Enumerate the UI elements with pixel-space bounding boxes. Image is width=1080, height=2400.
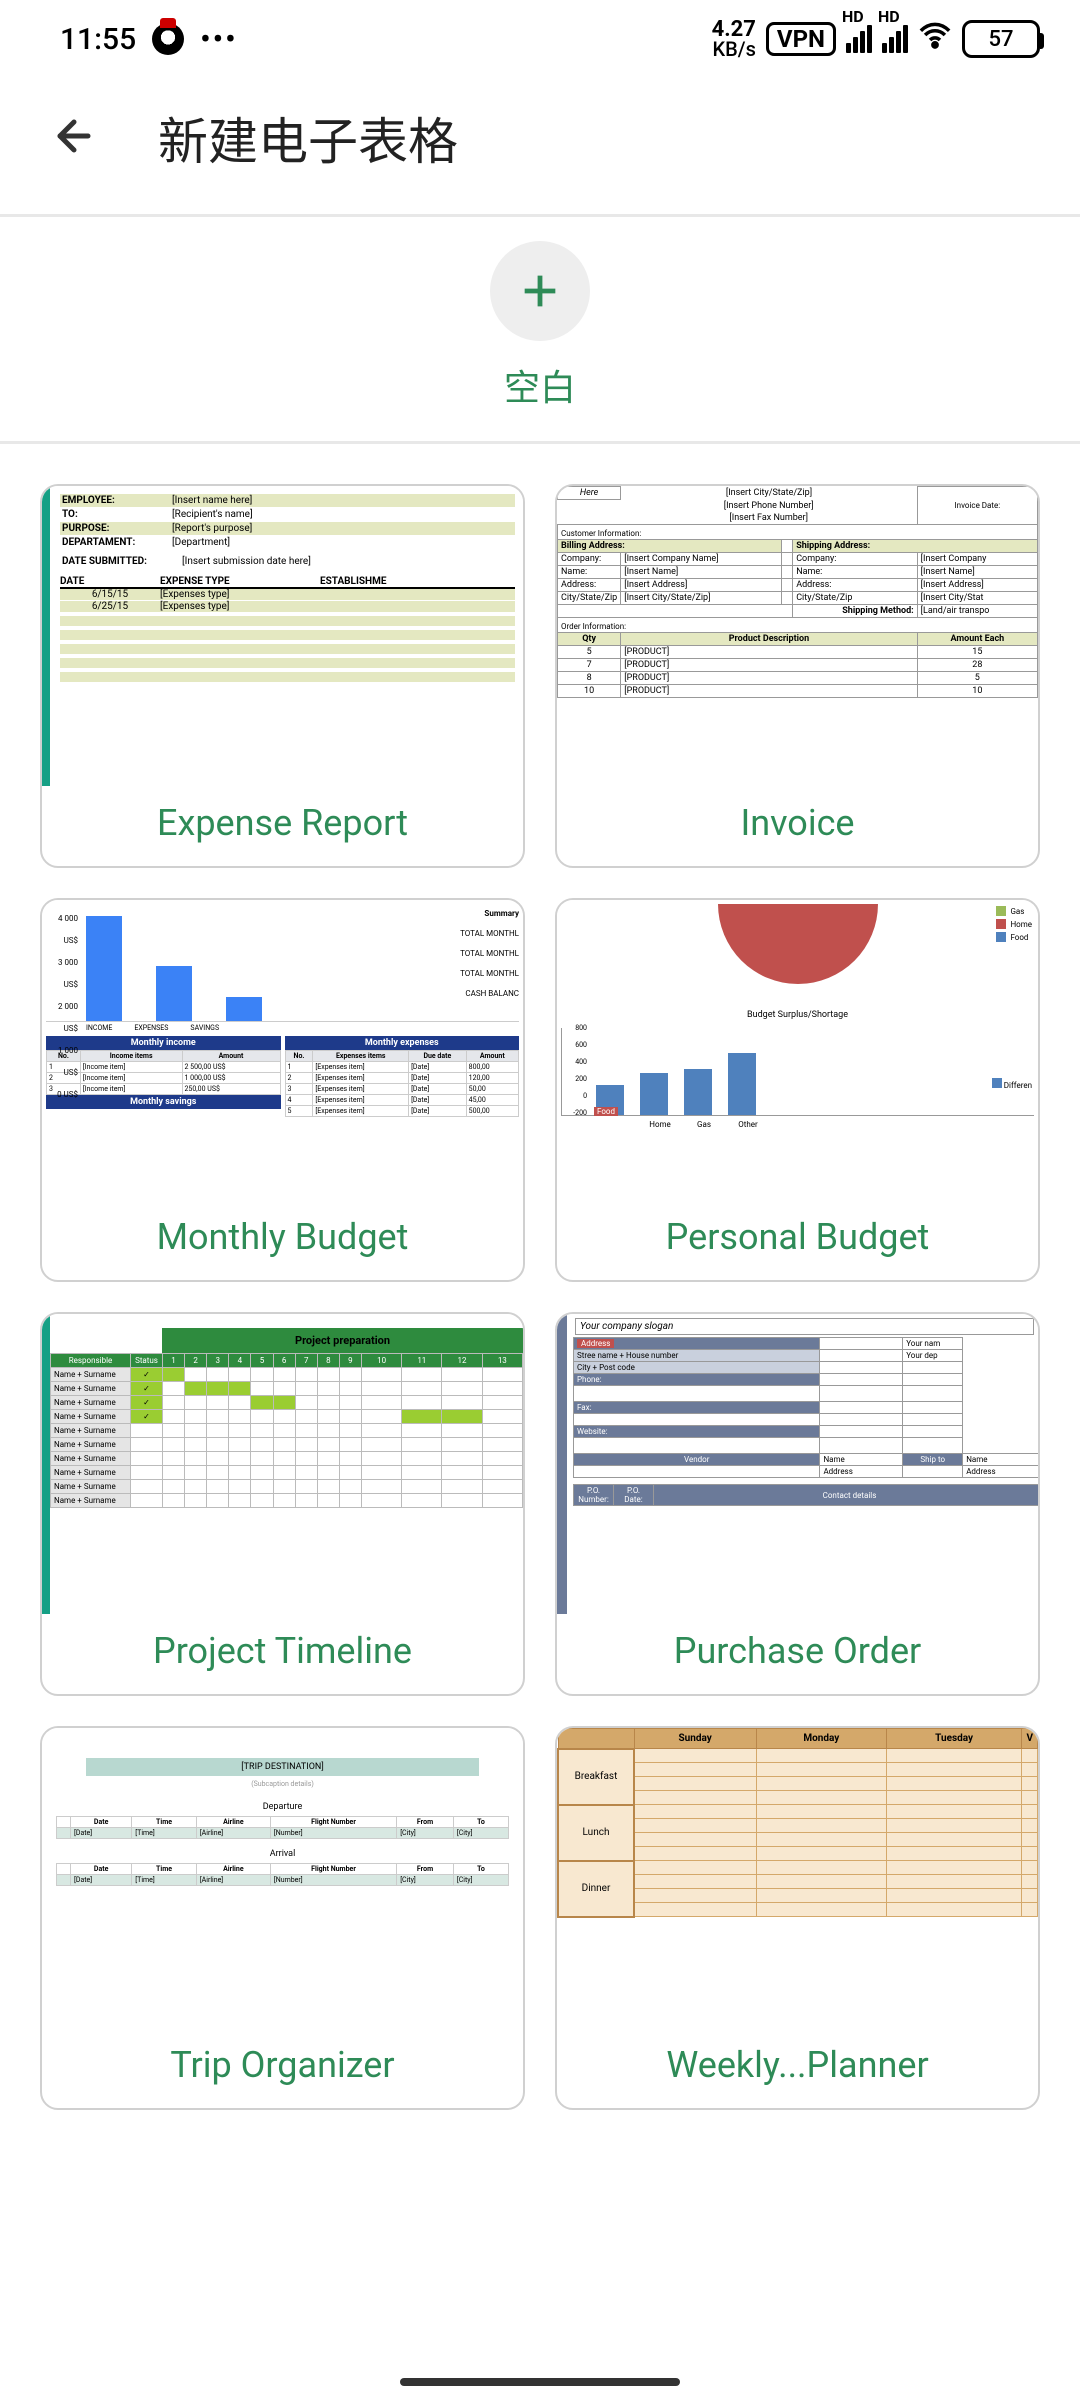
- template-preview: Project preparation ResponsibleStatus 12…: [42, 1314, 523, 1614]
- template-invoice[interactable]: Here[Insert City/State/Zip]Invoice Date:…: [555, 484, 1040, 868]
- template-label: Weekly...Planner: [557, 2028, 1038, 2108]
- template-label: Trip Organizer: [42, 2028, 523, 2108]
- status-time: 11:55: [60, 22, 136, 57]
- template-project-timeline[interactable]: Project preparation ResponsibleStatus 12…: [40, 1312, 525, 1696]
- template-purchase-order[interactable]: Your company slogan AddressYour nam Stre…: [555, 1312, 1040, 1696]
- template-label: Purchase Order: [557, 1614, 1038, 1694]
- network-speed: 4.27 KB/s: [712, 20, 756, 58]
- template-label: Monthly Budget: [42, 1200, 523, 1280]
- signal-2-icon: HD: [882, 25, 908, 53]
- template-label: Personal Budget: [557, 1200, 1038, 1280]
- template-preview: 4 000 US$3 000 US$2 000 US$1 000 US$0 US…: [42, 900, 523, 1200]
- template-label: Project Timeline: [42, 1614, 523, 1694]
- blank-label: 空白: [504, 359, 576, 411]
- template-label: Expense Report: [42, 786, 523, 866]
- status-bar: 11:55 ••• 4.27 KB/s VPN HD HD 57: [0, 0, 1080, 72]
- qq-icon: [152, 23, 184, 55]
- template-trip-organizer[interactable]: [TRIP DESTINATION] (Subcaption details) …: [40, 1726, 525, 2110]
- home-indicator[interactable]: [400, 2378, 680, 2386]
- new-blank-button[interactable]: [490, 241, 590, 341]
- template-grid: EMPLOYEE:[Insert name here] TO:[Recipien…: [0, 444, 1080, 2150]
- template-expense-report[interactable]: EMPLOYEE:[Insert name here] TO:[Recipien…: [40, 484, 525, 868]
- template-preview: Here[Insert City/State/Zip]Invoice Date:…: [557, 486, 1038, 786]
- template-preview: EMPLOYEE:[Insert name here] TO:[Recipien…: [42, 486, 523, 786]
- template-weekly-planner[interactable]: SundayMondayTuesdayV Breakfast Lunch Din…: [555, 1726, 1040, 2110]
- template-preview: Gas Home Food Budget Surplus/Shortage 80…: [557, 900, 1038, 1200]
- template-preview: [TRIP DESTINATION] (Subcaption details) …: [42, 1728, 523, 2028]
- template-personal-budget[interactable]: Gas Home Food Budget Surplus/Shortage 80…: [555, 898, 1040, 1282]
- battery-icon: 57: [962, 20, 1040, 58]
- signal-1-icon: HD: [846, 25, 872, 53]
- template-preview: SundayMondayTuesdayV Breakfast Lunch Din…: [557, 1728, 1038, 2028]
- app-header: 新建电子表格: [0, 72, 1080, 214]
- template-monthly-budget[interactable]: 4 000 US$3 000 US$2 000 US$1 000 US$0 US…: [40, 898, 525, 1282]
- wifi-icon: [918, 18, 952, 60]
- blank-template-section: 空白: [0, 217, 1080, 444]
- plus-icon: [517, 268, 563, 314]
- page-title: 新建电子表格: [158, 102, 458, 174]
- template-preview: Your company slogan AddressYour nam Stre…: [557, 1314, 1038, 1614]
- template-label: Invoice: [557, 786, 1038, 866]
- vpn-badge: VPN: [766, 22, 836, 56]
- more-icon: •••: [200, 22, 237, 57]
- back-button[interactable]: [50, 112, 98, 164]
